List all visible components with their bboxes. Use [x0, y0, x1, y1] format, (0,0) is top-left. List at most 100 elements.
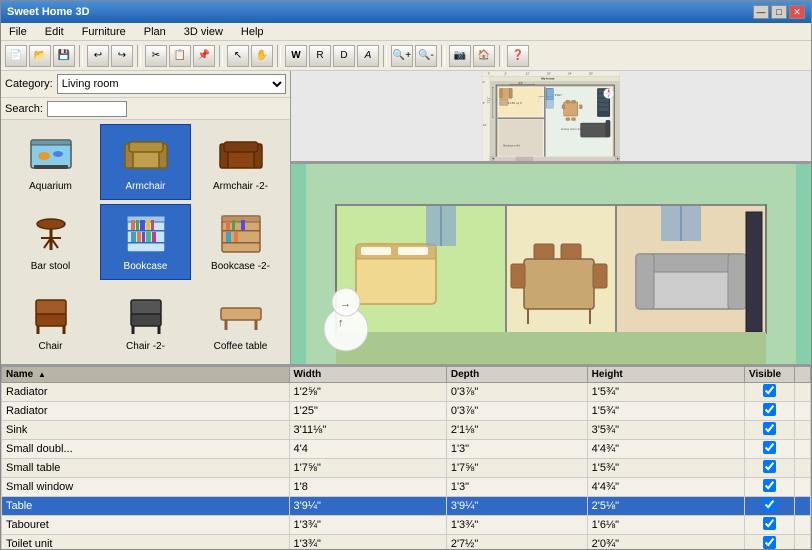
table-row[interactable]: Small doubl...4'41'3"4'4¾"	[2, 440, 811, 459]
table-row[interactable]: Table3'9¼"3'9¼"2'5⅛"	[2, 497, 811, 516]
svg-text:N: N	[608, 88, 610, 92]
category-select[interactable]: Living room Bedroom Kitchen Bathroom	[57, 74, 286, 94]
col-width[interactable]: Width	[289, 367, 446, 383]
cut-button[interactable]: ✂	[145, 45, 167, 67]
cell-width: 1'2⅝"	[289, 383, 446, 402]
furniture-table-area: Name ▲ Width Depth Height Visible Radiat…	[1, 366, 811, 549]
open-button[interactable]: 📂	[29, 45, 51, 67]
cell-visible	[745, 421, 795, 440]
menu-3dview[interactable]: 3D view	[180, 25, 227, 39]
visible-checkbox[interactable]	[763, 384, 776, 397]
floor-plan[interactable]: 0' 6' 12' 18' 24' 30' 0'	[291, 71, 811, 164]
svg-text:↑: ↑	[338, 317, 344, 329]
visible-checkbox[interactable]	[763, 517, 776, 530]
menu-bar: File Edit Furniture Plan 3D view Help	[1, 23, 811, 41]
photo-button[interactable]: 📷	[449, 45, 471, 67]
table-row[interactable]: Small table1'7⅝"1'7⅝"1'5¾"	[2, 459, 811, 478]
cell-name: Radiator	[2, 402, 290, 421]
close-button[interactable]: ✕	[789, 5, 805, 19]
menu-furniture[interactable]: Furniture	[78, 25, 130, 39]
cell-visible	[745, 497, 795, 516]
maximize-button[interactable]: □	[771, 5, 787, 19]
new-button[interactable]: 📄	[5, 45, 27, 67]
text-button[interactable]: A	[357, 45, 379, 67]
redo-button[interactable]: ↪	[111, 45, 133, 67]
cell-name: Sink	[2, 421, 290, 440]
furniture-item-coffeetable[interactable]: Coffee table	[195, 284, 286, 360]
table-row[interactable]: Small window1'81'3"4'4¾"	[2, 478, 811, 497]
furniture-item-bookcase[interactable]: Bookcase	[100, 204, 191, 280]
visible-checkbox[interactable]	[763, 460, 776, 473]
cell-depth: 0'3⅞"	[446, 383, 587, 402]
col-visible[interactable]: Visible	[745, 367, 795, 383]
svg-text:18': 18'	[547, 72, 551, 76]
furniture-item-chair[interactable]: Chair	[5, 284, 96, 360]
search-input[interactable]	[47, 101, 127, 117]
save-button[interactable]: 💾	[53, 45, 75, 67]
pan-button[interactable]: ✋	[251, 45, 273, 67]
furniture-item-armchair[interactable]: Armchair	[100, 124, 191, 200]
furniture-item-aquarium[interactable]: Aquarium	[5, 124, 96, 200]
menu-edit[interactable]: Edit	[41, 25, 68, 39]
table-row[interactable]: Toilet unit1'3¾"2'7½"2'0¾"	[2, 535, 811, 550]
col-name[interactable]: Name ▲	[2, 367, 290, 383]
svg-text:7'11": 7'11"	[486, 97, 490, 104]
dim-button[interactable]: D	[333, 45, 355, 67]
cell-depth: 1'7⅝"	[446, 459, 587, 478]
search-bar: Search:	[1, 98, 290, 120]
toolbar-sep3	[219, 45, 223, 67]
col-height[interactable]: Height	[587, 367, 744, 383]
table-row[interactable]: Sink3'11⅛"2'1⅛"3'5¾"	[2, 421, 811, 440]
3d-view[interactable]: ↑ →	[291, 164, 811, 364]
cell-width: 1'3¾"	[289, 535, 446, 550]
cell-height: 1'5¾"	[587, 402, 744, 421]
cell-visible	[745, 516, 795, 535]
table-row[interactable]: Radiator1'25"0'3⅞"1'5¾"	[2, 402, 811, 421]
furniture-item-barstool[interactable]: Bar stool	[5, 204, 96, 280]
furniture-item-armchair2[interactable]: Armchair -2-	[195, 124, 286, 200]
visible-checkbox[interactable]	[763, 403, 776, 416]
undo-button[interactable]: ↩	[87, 45, 109, 67]
search-label: Search:	[5, 103, 43, 115]
table-row[interactable]: Radiator1'2⅝"0'3⅞"1'5¾"	[2, 383, 811, 402]
room-button[interactable]: R	[309, 45, 331, 67]
aquarium-label: Aquarium	[29, 181, 72, 192]
visible-checkbox[interactable]	[763, 479, 776, 492]
select-button[interactable]: ↖	[227, 45, 249, 67]
cell-width: 3'11⅛"	[289, 421, 446, 440]
svg-text:Bedroom #1: Bedroom #1	[503, 143, 520, 147]
cell-height: 1'5¾"	[587, 459, 744, 478]
cell-visible	[745, 440, 795, 459]
toolbar-sep4	[277, 45, 281, 67]
visible-checkbox[interactable]	[763, 441, 776, 454]
svg-text:12': 12'	[526, 72, 530, 76]
menu-help[interactable]: Help	[237, 25, 268, 39]
coffeetable-label: Coffee table	[214, 341, 268, 352]
menu-file[interactable]: File	[5, 25, 31, 39]
table-row[interactable]: Tabouret1'3¾"1'3¾"1'6⅛"	[2, 516, 811, 535]
wall-button[interactable]: W	[285, 45, 307, 67]
cell-height: 4'4¾"	[587, 440, 744, 459]
help-button[interactable]: ❓	[507, 45, 529, 67]
cell-scroll	[795, 440, 811, 459]
svg-text:0': 0'	[488, 72, 491, 76]
copy-button[interactable]: 📋	[169, 45, 191, 67]
visible-checkbox[interactable]	[763, 536, 776, 549]
visible-checkbox[interactable]	[763, 498, 776, 511]
zoomout-button[interactable]: 🔍-	[415, 45, 437, 67]
cell-name: Small window	[2, 478, 290, 497]
3d-button[interactable]: 🏠	[473, 45, 495, 67]
cell-height: 4'4¾"	[587, 478, 744, 497]
col-depth[interactable]: Depth	[446, 367, 587, 383]
minimize-button[interactable]: —	[753, 5, 769, 19]
furniture-item-bookcase2[interactable]: Bookcase -2-	[195, 204, 286, 280]
menu-plan[interactable]: Plan	[140, 25, 170, 39]
cell-visible	[745, 459, 795, 478]
visible-checkbox[interactable]	[763, 422, 776, 435]
cell-depth: 1'3¾"	[446, 516, 587, 535]
paste-button[interactable]: 📌	[193, 45, 215, 67]
cell-name: Radiator	[2, 383, 290, 402]
cell-width: 1'8	[289, 478, 446, 497]
furniture-item-chair2[interactable]: Chair -2-	[100, 284, 191, 360]
zoomin-button[interactable]: 🔍+	[391, 45, 413, 67]
